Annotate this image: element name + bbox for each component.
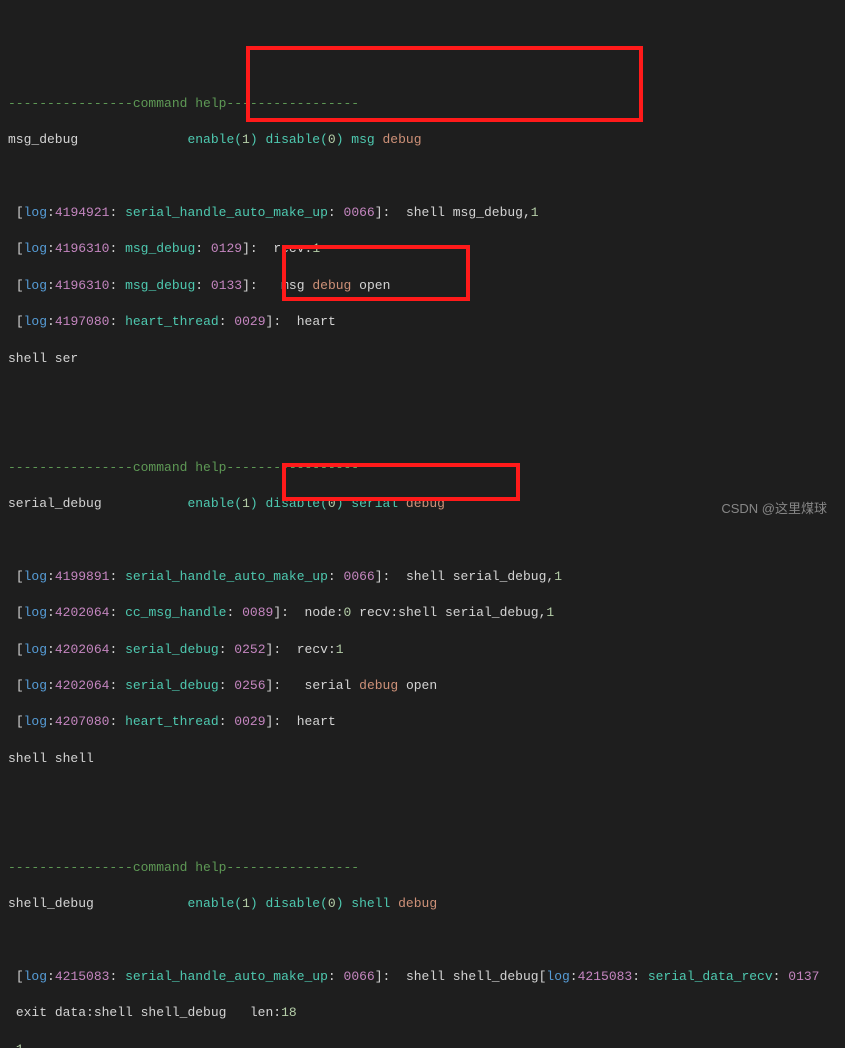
section1-cmd: msg_debug enable(1) disable(0) msg debug: [8, 131, 837, 149]
log-line: [log:4207080: heart_thread: 0029]: heart: [8, 713, 837, 731]
section1-header: ----------------command help------------…: [8, 95, 837, 113]
blank-line: [8, 386, 837, 404]
log-line: [log:4196310: msg_debug: 0129]: recv:1: [8, 240, 837, 258]
log-line: [log:4199891: serial_handle_auto_make_up…: [8, 568, 837, 586]
blank-line: [8, 168, 837, 186]
blank-line: [8, 932, 837, 950]
log-line: [log:4202064: cc_msg_handle: 0089]: node…: [8, 604, 837, 622]
shell-input[interactable]: shell ser: [8, 350, 837, 368]
section2-cmd: serial_debug enable(1) disable(0) serial…: [8, 495, 837, 513]
log-line: [log:4202064: serial_debug: 0252]: recv:…: [8, 641, 837, 659]
section3-header: ----------------command help------------…: [8, 859, 837, 877]
blank-line: [8, 531, 837, 549]
log-line: [log:4197080: heart_thread: 0029]: heart: [8, 313, 837, 331]
section3-cmd: shell_debug enable(1) disable(0) shell d…: [8, 895, 837, 913]
comma-line: ,1: [8, 1041, 837, 1048]
blank-line: [8, 786, 837, 804]
log-line: [log:4215083: serial_handle_auto_make_up…: [8, 968, 837, 986]
exit-line: exit data:shell shell_debug len:18: [8, 1004, 837, 1022]
log-line: [log:4196310: msg_debug: 0133]: msg debu…: [8, 277, 837, 295]
log-line: [log:4202064: serial_debug: 0256]: seria…: [8, 677, 837, 695]
section2-header: ----------------command help------------…: [8, 459, 837, 477]
watermark: CSDN @这里煤球: [721, 500, 827, 518]
shell-input[interactable]: shell shell: [8, 750, 837, 768]
log-line: [log:4194921: serial_handle_auto_make_up…: [8, 204, 837, 222]
